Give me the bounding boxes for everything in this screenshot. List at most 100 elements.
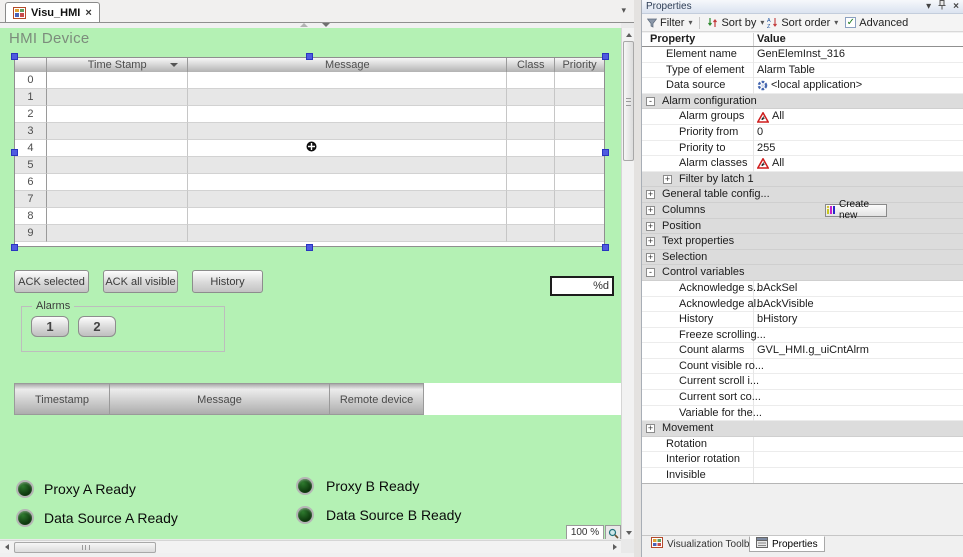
panel-splitter[interactable]	[634, 0, 641, 557]
property-row[interactable]: Data source<local application>	[642, 78, 963, 94]
editor-horizontal-scrollbar[interactable]	[0, 540, 621, 553]
property-value[interactable]: Alarm Table	[757, 63, 815, 79]
alarm-column-header[interactable]: Priority	[555, 58, 604, 72]
resize-handle[interactable]	[306, 53, 313, 60]
alarm-column-header[interactable]: Message	[188, 58, 507, 72]
alarm-column-header[interactable]: Class	[507, 58, 555, 72]
window-position-icon[interactable]: ▾	[926, 2, 931, 12]
vertical-scroll-thumb[interactable]	[623, 41, 634, 161]
sort-by-button[interactable]: Sort by▾	[707, 17, 764, 29]
advanced-checkbox[interactable]	[845, 17, 856, 28]
resize-handle[interactable]	[11, 244, 18, 251]
resize-handle[interactable]	[602, 244, 609, 251]
ack-selected-button[interactable]: ACK selected	[14, 270, 89, 293]
property-row[interactable]: Count alarmsGVL_HMI.g_uiCntAlrm	[642, 343, 963, 359]
zoom-level-field[interactable]: 100 %	[566, 525, 604, 539]
remote-table-column-header[interactable]: Message	[110, 383, 330, 415]
led-icon-proxy-a[interactable]	[16, 480, 34, 498]
remote-table-column-header[interactable]: Remote device	[330, 383, 424, 415]
collapse-box-icon[interactable]: -	[646, 97, 655, 106]
close-icon[interactable]: ×	[953, 2, 959, 12]
visualization-canvas[interactable]: HMI Device Time StampMessageClassPriorit…	[0, 28, 621, 539]
ack-all-visible-button[interactable]: ACK all visible	[103, 270, 178, 293]
horizontal-scroll-thumb[interactable]	[14, 542, 156, 553]
column-divider[interactable]	[753, 33, 754, 46]
create-new-button[interactable]: Create new	[825, 204, 887, 217]
alarm-table-row[interactable]: 6	[15, 174, 604, 191]
property-value[interactable]: 255	[757, 141, 775, 157]
alarm-table-row[interactable]: 9	[15, 225, 604, 242]
alarm-table-row[interactable]: 1	[15, 89, 604, 106]
expand-box-icon[interactable]: +	[646, 190, 655, 199]
resize-handle[interactable]	[602, 149, 609, 156]
alarm-table-row[interactable]: 8	[15, 208, 604, 225]
property-row[interactable]: Priority to255	[642, 141, 963, 157]
resize-handle[interactable]	[602, 53, 609, 60]
tab-visu-hmi[interactable]: Visu_HMI ×	[5, 2, 100, 22]
alarm-2-button[interactable]: 2	[78, 316, 116, 337]
resize-handle[interactable]	[306, 244, 313, 251]
resize-handle[interactable]	[11, 149, 18, 156]
alarm-table-row[interactable]: 5	[15, 157, 604, 174]
collapse-down-icon[interactable]	[322, 23, 330, 27]
property-row[interactable]: Count visible ro...	[642, 359, 963, 375]
remote-table-header[interactable]: TimestampMessageRemote device	[14, 383, 424, 415]
property-value[interactable]: <local application>	[757, 78, 862, 94]
expand-box-icon[interactable]: +	[663, 175, 672, 184]
property-row[interactable]: Invisible	[642, 468, 963, 484]
alarm-column-header[interactable]	[15, 58, 47, 72]
property-row[interactable]: Interior rotation	[642, 452, 963, 468]
led-icon-proxy-b[interactable]	[296, 477, 314, 495]
property-group-row[interactable]: +Movement	[642, 421, 963, 437]
expand-box-icon[interactable]: +	[646, 222, 655, 231]
property-group-row[interactable]: +Text properties	[642, 234, 963, 250]
expand-up-icon[interactable]	[300, 23, 308, 27]
property-row[interactable]: Type of elementAlarm Table	[642, 63, 963, 79]
editor-vertical-scrollbar[interactable]	[621, 28, 634, 539]
alarm-column-header[interactable]: Time Stamp	[47, 58, 189, 72]
alarm-table-row[interactable]: 0	[15, 72, 604, 89]
property-row[interactable]: Alarm classesAll	[642, 156, 963, 172]
property-value[interactable]: All	[757, 109, 784, 125]
property-row[interactable]: Freeze scrolling...	[642, 328, 963, 344]
alarm-table-row[interactable]: 3	[15, 123, 604, 140]
property-group-row[interactable]: -Control variables	[642, 265, 963, 281]
property-group-row[interactable]: -Alarm configuration	[642, 94, 963, 110]
property-value[interactable]: 0	[757, 125, 763, 141]
move-anchor-icon[interactable]	[306, 141, 317, 152]
count-display-field[interactable]: %d	[550, 276, 614, 296]
led-icon-datasource-a[interactable]	[16, 509, 34, 527]
expand-box-icon[interactable]: +	[646, 206, 655, 215]
value-column-header[interactable]: Value	[757, 33, 786, 46]
expand-box-icon[interactable]: +	[646, 253, 655, 262]
property-row[interactable]: Alarm groupsAll	[642, 109, 963, 125]
property-value[interactable]: bHistory	[757, 312, 797, 328]
zoom-magnifier-button[interactable]	[605, 525, 621, 539]
properties-titlebar[interactable]: Properties ▾ ×	[642, 0, 963, 14]
property-value[interactable]: GenElemInst_316	[757, 47, 845, 63]
property-column-header[interactable]: Property	[650, 33, 695, 46]
property-value[interactable]: GVL_HMI.g_uiCntAlrm	[757, 343, 869, 359]
filter-button[interactable]: Filter▾	[647, 17, 692, 29]
alarm-table-row[interactable]: 2	[15, 106, 604, 123]
property-row[interactable]: Current scroll i...	[642, 374, 963, 390]
property-row[interactable]: Acknowledge al...bAckVisible	[642, 297, 963, 313]
property-row[interactable]: Rotation	[642, 437, 963, 453]
property-group-row[interactable]: +Selection	[642, 250, 963, 266]
property-row[interactable]: Priority from0	[642, 125, 963, 141]
alarm-1-button[interactable]: 1	[31, 316, 69, 337]
pin-icon[interactable]	[938, 0, 946, 13]
history-button[interactable]: History	[192, 270, 263, 293]
property-row[interactable]: Variable for the...	[642, 406, 963, 422]
expand-box-icon[interactable]: +	[646, 237, 655, 246]
property-group-row[interactable]: +ColumnsCreate new	[642, 203, 963, 219]
property-group-row[interactable]: +Position	[642, 219, 963, 235]
tab-close-icon[interactable]: ×	[85, 8, 91, 18]
collapse-box-icon[interactable]: -	[646, 268, 655, 277]
tab-list-dropdown-icon[interactable]: ▾	[621, 5, 626, 16]
property-row[interactable]: Element nameGenElemInst_316	[642, 47, 963, 63]
alarm-table-row[interactable]: 7	[15, 191, 604, 208]
resize-handle[interactable]	[11, 53, 18, 60]
property-row[interactable]: Acknowledge s...bAckSel	[642, 281, 963, 297]
sort-order-button[interactable]: AZ Sort order▾	[767, 17, 838, 29]
